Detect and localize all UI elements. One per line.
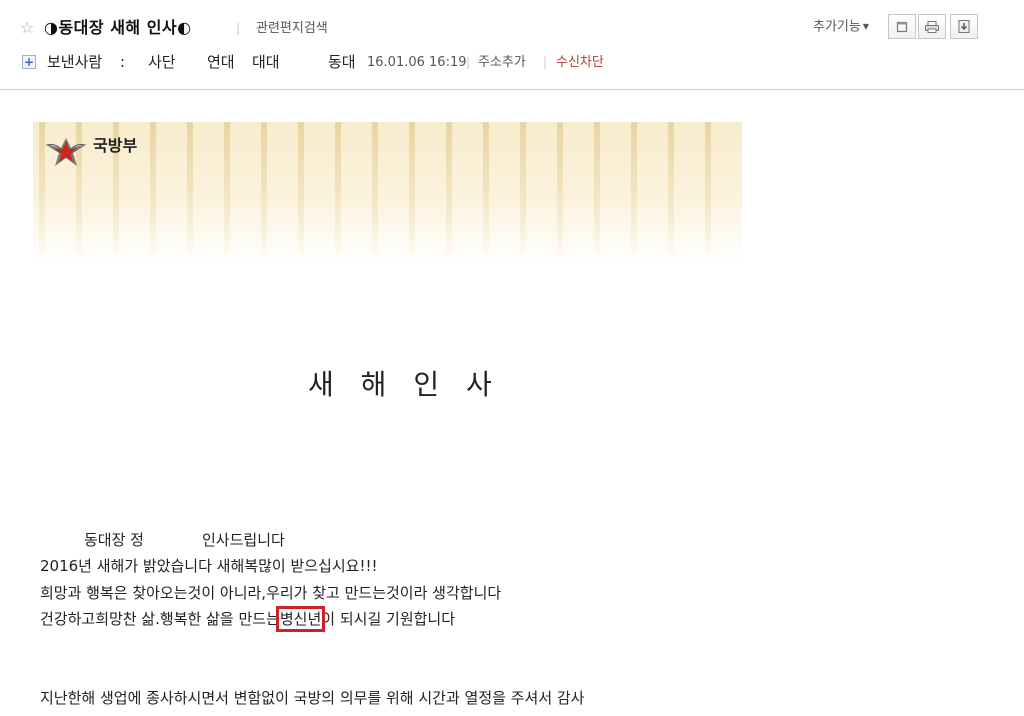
body-line: 건강하고희망찬 삶.행복한 삶을 만드는병신년이 되시길 기원합니다: [40, 606, 456, 632]
related-mail-search-link[interactable]: 관련편지검색: [256, 21, 328, 37]
banner-stripe: [261, 122, 267, 262]
banner-stripe: [150, 122, 156, 262]
separator: |: [466, 55, 471, 69]
separator: |: [236, 21, 241, 35]
banner: 국방부: [33, 122, 742, 262]
banner-stripe: [335, 122, 341, 262]
add-address-link[interactable]: 주소추가: [478, 55, 526, 71]
banner-stripe: [594, 122, 600, 262]
separator: |: [543, 55, 548, 69]
more-functions-label: 추가기능: [813, 19, 861, 35]
banner-stripe: [520, 122, 526, 262]
banner-stripe: [224, 122, 230, 262]
banner-stripe: [483, 122, 489, 262]
greeting-text: 인사드립니다: [202, 531, 285, 549]
banner-stripe: [409, 122, 415, 262]
print-button[interactable]: [918, 14, 946, 39]
mnd-emblem-icon: [45, 138, 87, 166]
sender-label: 보낸사람: [47, 53, 103, 71]
body-line-part: 이 되시길 기원합니다: [321, 610, 456, 628]
block-sender-link[interactable]: 수신차단: [556, 55, 604, 71]
greeting-rank: 동대장 정: [84, 531, 144, 549]
body-line-part: 건강하고희망찬 삶.행복한 삶을 만드는: [40, 610, 280, 628]
header-divider: [0, 89, 1024, 90]
sender-colon: :: [120, 53, 126, 71]
sender-part-company: 동대: [328, 53, 356, 71]
body-line: 지난한해 생업에 종사하시면서 변함없이 국방의 의무를 위해 시간과 열정을 …: [40, 689, 585, 707]
caret-down-icon: ▼: [862, 22, 869, 31]
banner-stripe: [187, 122, 193, 262]
banner-stripe: [446, 122, 452, 262]
body-line: 희망과 행복은 찾아오는것이 아니라,우리가 찾고 만드는것이라 생각합니다: [40, 584, 502, 602]
download-icon: [958, 20, 970, 33]
sender-part-regiment: 연대: [207, 53, 235, 71]
plus-box-icon[interactable]: +: [22, 55, 36, 69]
sender-part-division: 사단: [148, 53, 176, 71]
letter-heading: 새 해 인 사: [308, 368, 501, 401]
more-functions-dropdown[interactable]: 추가기능 ▼: [813, 19, 869, 36]
body-line: 2016년 새해가 밝았습니다 새해복많이 받으십시요!!!: [40, 557, 378, 575]
banner-stripe: [557, 122, 563, 262]
banner-stripe: [372, 122, 378, 262]
highlighted-word: 병신년: [275, 606, 326, 632]
banner-stripe: [298, 122, 304, 262]
banner-brand: 국방부: [93, 136, 138, 155]
printer-icon: [925, 20, 939, 33]
sender-part-battalion: 대대: [252, 53, 280, 71]
save-button[interactable]: [950, 14, 978, 39]
mail-subject: ◑동대장 새해 인사◐: [44, 18, 192, 37]
new-window-icon: [896, 21, 908, 32]
mail-datetime: 16.01.06 16:19: [367, 55, 467, 70]
banner-stripe: [668, 122, 674, 262]
banner-stripe: [631, 122, 637, 262]
star-icon[interactable]: ☆: [20, 19, 34, 37]
new-window-button[interactable]: [888, 14, 916, 39]
banner-stripe: [705, 122, 711, 262]
